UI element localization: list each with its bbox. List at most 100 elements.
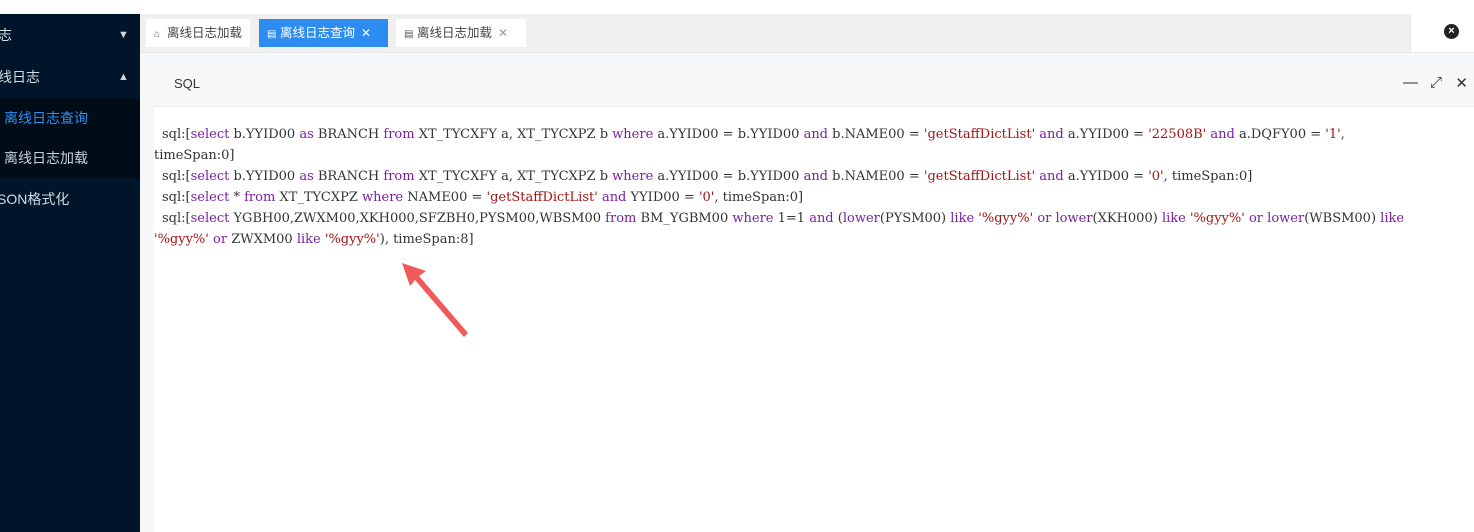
sql-string: '1' <box>1325 127 1341 142</box>
sql-string: '0' <box>1148 169 1164 184</box>
tab-offline-log-query[interactable]: ▤ 离线日志查询 ✕ <box>259 19 388 47</box>
tab-label: 离线日志加载 <box>167 26 243 40</box>
sql-text: , timeSpan:0] <box>1163 169 1253 184</box>
sql-text: XT_TYCXFY a, XT_TYCXPZ b <box>414 169 613 184</box>
sql-keyword: select <box>190 169 230 184</box>
annotation-arrow <box>402 263 468 337</box>
sql-text: XT_TYCXPZ <box>275 190 362 205</box>
top-strip <box>0 0 1474 14</box>
close-all-tabs-button[interactable]: × <box>1410 14 1474 52</box>
sql-text: b.YYID00 <box>229 169 300 184</box>
sql-text: sql:[ <box>162 127 191 142</box>
panel-header: SQL — ⤢ ✕ <box>154 64 1474 107</box>
sql-text: BRANCH <box>313 127 384 142</box>
sql-text: a.DQFY00 = <box>1234 127 1326 142</box>
sql-keyword: or <box>1037 211 1052 226</box>
sql-keyword: and <box>803 127 829 142</box>
sql-keyword: and <box>1039 127 1064 142</box>
sql-keyword: lower <box>1055 211 1093 226</box>
sql-text: BM_YGBM00 <box>636 211 733 226</box>
sql-keyword: select <box>190 211 230 226</box>
sidebar: 志 ▼ 线日志 ▲ 离线日志查询 离线日志加载 SON格式化 <box>0 14 140 532</box>
home-icon: ⌂ <box>154 29 161 40</box>
sql-string: 'getStaffDictList' <box>923 169 1036 184</box>
close-icon[interactable]: ✕ <box>361 26 371 40</box>
tab-offline-log-load-home[interactable]: ⌂ 离线日志加载 <box>146 19 250 47</box>
sql-log-line: sql:[select b.YYID00 as BRANCH from XT_T… <box>154 124 1474 145</box>
sidebar-item-json-format-label: SON格式化 <box>0 191 70 207</box>
sql-string: 'getStaffDictList' <box>923 127 1036 142</box>
sidebar-group-offline-log-label: 线日志 <box>0 69 40 85</box>
tab-bar: ⌂ 离线日志加载 ▤ 离线日志查询 ✕ ▤ 离线日志加载 ✕ × <box>140 14 1474 53</box>
sql-keyword: where <box>612 127 654 142</box>
sql-text: sql:[ <box>162 169 191 184</box>
sidebar-group-offline-log[interactable]: 线日志 ▲ <box>0 56 140 98</box>
sql-keyword: like <box>1380 211 1405 226</box>
sql-keyword: like <box>950 211 975 226</box>
sql-keyword: select <box>190 127 230 142</box>
sql-text: b.NAME00 = <box>828 169 924 184</box>
sql-panel: SQL — ⤢ ✕ sql:[select b.YYID00 as BRANCH… <box>154 64 1474 532</box>
sql-text: 1=1 <box>773 211 810 226</box>
sql-keyword: like <box>296 232 321 247</box>
sql-string: '22508B' <box>1148 127 1207 142</box>
sql-text: a.YYID00 = b.YYID00 <box>653 127 804 142</box>
sql-text: (PYSM00) <box>879 211 951 226</box>
minimize-icon[interactable]: — <box>1403 74 1418 91</box>
sidebar-item-offline-log-query[interactable]: 离线日志查询 <box>0 98 140 138</box>
sql-log-line: sql:[select * from XT_TYCXPZ where NAME0… <box>154 187 1474 208</box>
chevron-up-icon: ▲ <box>118 71 129 83</box>
sql-string: '%gyy%' <box>978 211 1034 226</box>
sql-text: , timeSpan:0] <box>714 190 804 205</box>
sql-keyword: and <box>601 190 627 205</box>
sql-keyword: lower <box>1267 211 1305 226</box>
sql-keyword: as <box>299 127 314 142</box>
sql-log-line: sql:[select b.YYID00 as BRANCH from XT_T… <box>154 166 1474 187</box>
file-icon: ▤ <box>404 29 414 40</box>
chevron-down-icon: ▼ <box>118 29 129 41</box>
sql-text: a.YYID00 = <box>1063 169 1149 184</box>
sql-log-content: sql:[select b.YYID00 as BRANCH from XT_T… <box>154 124 1474 250</box>
sql-keyword: where <box>732 211 774 226</box>
sql-text: YYID00 = <box>626 190 699 205</box>
sql-keyword: or <box>1248 211 1264 226</box>
sql-text: sql:[ <box>162 190 191 205</box>
sql-keyword: where <box>612 169 654 184</box>
sql-keyword: from <box>383 169 415 184</box>
sidebar-group-log[interactable]: 志 ▼ <box>0 14 140 56</box>
sql-keyword: lower <box>842 211 880 226</box>
close-icon[interactable]: ✕ <box>498 26 508 40</box>
sql-log-line: '%gyy%' or ZWXM00 like '%gyy%'), timeSpa… <box>154 229 1474 250</box>
sql-text: a.YYID00 = <box>1063 127 1149 142</box>
sql-text: sql:[ <box>162 211 191 226</box>
sql-text: (XKH000) <box>1092 211 1162 226</box>
sql-text: YGBH00,ZWXM00,XKH000,SFZBH0,PYSM00,WBSM0… <box>229 211 606 226</box>
sidebar-group-log-label: 志 <box>0 27 12 43</box>
sql-text: , <box>1340 127 1345 142</box>
sql-log-line: sql:[select YGBH00,ZWXM00,XKH000,SFZBH0,… <box>154 208 1474 229</box>
sql-keyword: like <box>1161 211 1186 226</box>
close-icon[interactable]: ✕ <box>1455 74 1468 92</box>
sql-string: 'getStaffDictList' <box>486 190 598 205</box>
sql-text: * <box>229 190 245 205</box>
sidebar-item-offline-log-load[interactable]: 离线日志加载 <box>0 138 140 178</box>
sql-string: '%gyy%' <box>324 232 380 247</box>
sql-text: b.NAME00 = <box>828 127 924 142</box>
sql-text: ( <box>833 211 843 226</box>
sql-keyword: and <box>1210 127 1235 142</box>
tab-label: 离线日志加载 <box>417 26 493 40</box>
close-circle-icon: × <box>1444 24 1459 39</box>
sql-text: NAME00 = <box>403 190 487 205</box>
sql-keyword: and <box>1039 169 1064 184</box>
maximize-icon[interactable]: ⤢ <box>1430 74 1442 91</box>
sql-text: XT_TYCXFY a, XT_TYCXPZ b <box>414 127 613 142</box>
sql-string: '0' <box>698 190 715 205</box>
sidebar-item-json-format[interactable]: SON格式化 <box>0 178 140 220</box>
sidebar-submenu: 离线日志查询 离线日志加载 <box>0 98 140 178</box>
sql-keyword: as <box>299 169 314 184</box>
panel-title: SQL <box>174 76 201 91</box>
sql-keyword: from <box>244 190 276 205</box>
tab-offline-log-load[interactable]: ▤ 离线日志加载 ✕ <box>396 19 526 47</box>
sql-text: b.YYID00 <box>229 127 300 142</box>
tab-label: 离线日志查询 <box>280 26 356 40</box>
